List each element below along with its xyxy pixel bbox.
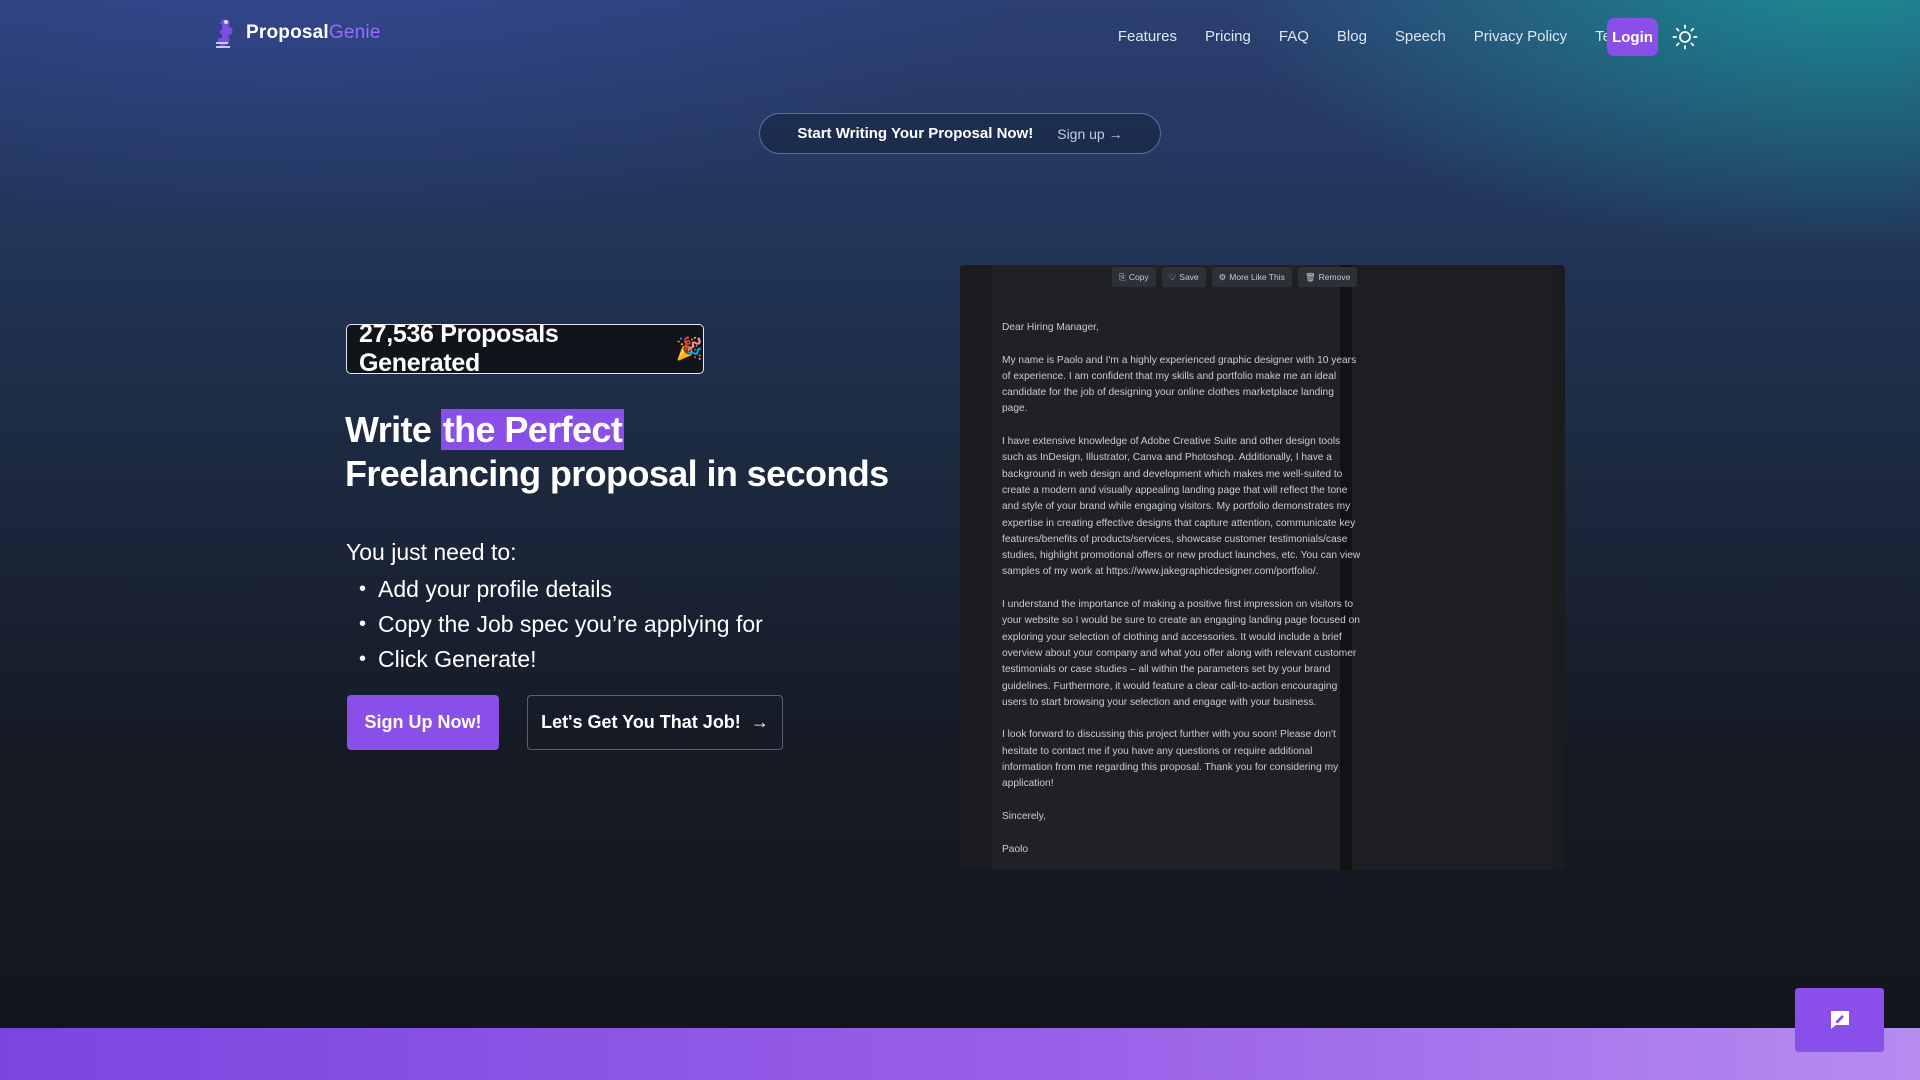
party-popper-icon: 🎉 <box>675 336 703 361</box>
nav-link-pricing[interactable]: Pricing <box>1191 23 1265 51</box>
letter-paragraph: I understand the importance of making a … <box>1002 599 1360 708</box>
trash-icon: 🗑 <box>1304 271 1316 282</box>
settings-icon: ⚙ <box>1218 271 1227 282</box>
proposal-preview: ⎘ Copy ♡ Save ⚙ More Like This 🗑 Remove Dear… <box>960 265 1565 870</box>
hero-headline: Write the Perfect Freelancing proposal i… <box>345 408 905 496</box>
headline-line-2: Freelancing proposal in seconds <box>345 453 889 494</box>
heart-icon: ♡ <box>1168 271 1177 282</box>
nav-link-features[interactable]: Features <box>1104 23 1191 51</box>
bottom-gradient-strip <box>0 1028 1920 1080</box>
need-label: You just need to: <box>346 539 517 565</box>
remove-button[interactable]: 🗑 Remove <box>1297 267 1358 287</box>
save-button[interactable]: ♡ Save <box>1161 267 1206 287</box>
letter-signature: Paolo <box>1002 843 1029 855</box>
nav-link-faq[interactable]: FAQ <box>1265 23 1323 51</box>
get-that-job-button[interactable]: Let's Get You That Job! → <box>527 695 783 750</box>
letter-paragraph: I look forward to discussing this projec… <box>1002 729 1339 790</box>
proposals-count: 27,536 Proposals Generated <box>359 320 559 377</box>
chat-edit-icon <box>1830 1011 1849 1029</box>
banner-title: Start Writing Your Proposal Now! <box>797 125 1034 142</box>
arrow-right-icon: → <box>750 712 769 732</box>
nav-link-speech[interactable]: Speech <box>1381 23 1460 51</box>
genie-logo-icon <box>216 19 233 48</box>
login-button[interactable]: Login <box>1607 18 1658 56</box>
logo[interactable]: ProposalGenie <box>214 16 381 50</box>
steps-list: Add your profile details Copy the Job sp… <box>359 572 763 677</box>
nav-link-blog[interactable]: Blog <box>1323 23 1381 51</box>
headline-highlight: the Perfect <box>440 409 625 450</box>
proposals-counter-badge: 27,536 Proposals Generated 🎉 <box>346 320 704 377</box>
letter-signoff: Sincerely, <box>1002 810 1046 822</box>
preview-side-panel <box>1352 265 1552 870</box>
letter-paragraph: My name is Paolo and I'm a highly experi… <box>1002 354 1357 415</box>
signup-banner[interactable]: Start Writing Your Proposal Now! Sign up… <box>759 113 1161 154</box>
get-that-job-label: Let's Get You That Job! <box>541 712 741 732</box>
brand-name: ProposalGenie <box>246 22 381 43</box>
more-like-this-button[interactable]: ⚙ More Like This <box>1211 267 1292 287</box>
nav-links: Features Pricing FAQ Blog Speech Privacy… <box>1104 23 1650 51</box>
top-nav: ProposalGenie Features Pricing FAQ Blog … <box>0 0 1920 72</box>
letter-greeting: Dear Hiring Manager, <box>1002 322 1099 333</box>
step-item: Click Generate! <box>359 642 763 677</box>
step-item: Add your profile details <box>359 572 763 607</box>
proposal-letter-text: Dear Hiring Manager, My name is Paolo an… <box>1002 320 1362 870</box>
letter-paragraph: I have extensive knowledge of Adobe Crea… <box>1002 436 1361 578</box>
banner-signup-link[interactable]: Sign up → <box>1057 126 1122 142</box>
nav-link-privacy-policy[interactable]: Privacy Policy <box>1460 23 1581 51</box>
sign-up-now-button[interactable]: Sign Up Now! <box>347 695 499 750</box>
copy-icon: ⎘ <box>1119 271 1126 282</box>
proposal-toolbar: ⎘ Copy ♡ Save ⚙ More Like This 🗑 Remove <box>1112 267 1358 287</box>
feedback-chat-button[interactable] <box>1795 988 1884 1052</box>
headline-line-1: Write the Perfect <box>345 409 625 450</box>
copy-button[interactable]: ⎘ Copy <box>1112 267 1156 287</box>
step-item: Copy the Job spec you’re applying for <box>359 607 763 642</box>
sun-icon[interactable] <box>1672 24 1698 50</box>
